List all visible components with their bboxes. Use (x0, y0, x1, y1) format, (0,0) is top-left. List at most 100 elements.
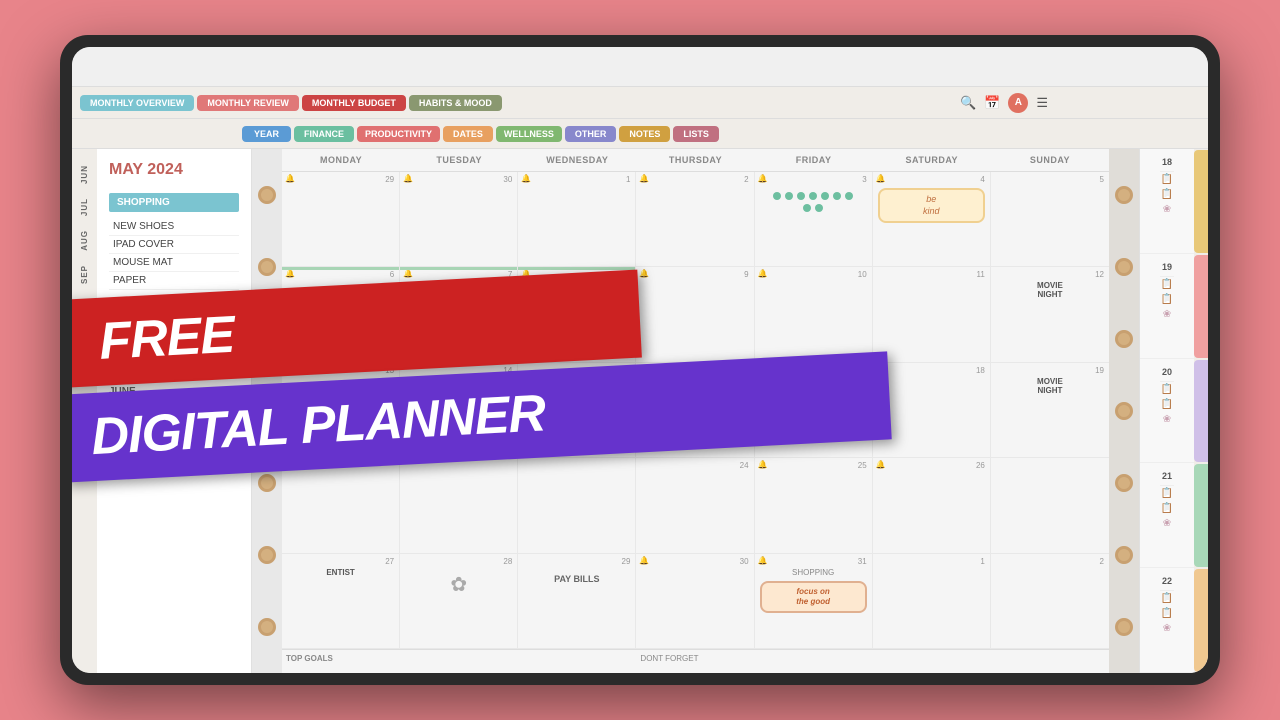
right-cell-21: 21 📋 📋 ❀ (1140, 463, 1194, 568)
cal-cell-10[interactable]: 🔔 10 (755, 267, 873, 361)
tab-monthly-review[interactable]: MONTHLY REVIEW (197, 95, 299, 111)
header-wednesday: WEDNESDAY (518, 149, 636, 171)
cal-cell-2[interactable]: 🔔 2 (636, 172, 754, 266)
cal-cell-2b[interactable]: 2 (991, 554, 1109, 648)
tab-monthly-budget[interactable]: MONTHLY BUDGET (302, 95, 406, 111)
cal-cell-30[interactable]: 🔔 30 (400, 172, 518, 266)
panel-icon-10: 📋 (1159, 486, 1175, 501)
cal-cell-3[interactable]: 🔔 3 (755, 172, 873, 266)
month-tab-sep[interactable]: SEP (77, 259, 92, 290)
bell-icon: 🔔 (639, 556, 649, 565)
ring-r7 (1115, 618, 1133, 636)
cal-cell-20[interactable] (282, 458, 400, 552)
calendar-row-2: 🔔 6 🔔 7 🔔 8 🔔 9 (282, 267, 1109, 362)
june-label: JUNE (109, 386, 239, 397)
sidebar-section-shopping: SHOPPING (109, 193, 239, 212)
focus-sticker: focus onthe good (760, 581, 867, 614)
user-avatar[interactable]: A (1008, 93, 1028, 113)
cal-cell-6[interactable]: 🔔 6 (282, 267, 400, 361)
tab-lists[interactable]: LISTS (673, 126, 719, 142)
right-panel: 18 📋 📋 ❀ 19 📋 📋 ❀ 20 📋 📋 ❀ (1139, 149, 1194, 673)
tab-finance[interactable]: FINANCE (294, 126, 354, 142)
cal-cell-12[interactable]: 12 MOVIENIGHT (991, 267, 1109, 361)
tab-other[interactable]: OTHER (565, 126, 617, 142)
ring-1 (258, 186, 276, 204)
main-content: JUN JUL AUG SEP FEB MAR MAY 2024 SHOPPIN… (72, 149, 1208, 673)
tab-dates[interactable]: DATES (443, 126, 493, 142)
cal-cell-29b[interactable]: 29 PAY BILLS (518, 554, 636, 648)
right-cell-22: 22 📋 📋 ❀ (1140, 568, 1194, 673)
month-title: MAY 2024 (109, 161, 239, 179)
month-tab-aug[interactable]: AUG (77, 224, 92, 257)
cal-cell-8[interactable]: 🔔 8 (518, 267, 636, 361)
cal-cell-14[interactable]: 14 (400, 363, 518, 457)
cal-cell-4[interactable]: 🔔 4 bekind (873, 172, 991, 266)
bell-icon: 🔔 (403, 174, 413, 183)
cal-cell-31[interactable]: 🔔 31 SHOPPING focus onthe good (755, 554, 873, 648)
cal-cell-11[interactable]: 11 (873, 267, 991, 361)
movie-night-2: MOVIENIGHT (996, 377, 1104, 395)
cal-cell-30b[interactable]: 🔔 30 (636, 554, 754, 648)
panel-icon-13: 📋 (1159, 591, 1175, 606)
ipad-frame: MONTHLY OVERVIEW MONTHLY REVIEW MONTHLY … (60, 35, 1220, 685)
bell-icon: 🔔 (521, 174, 531, 183)
cal-cell-28[interactable]: 28 ✿ (400, 554, 518, 648)
panel-icon-11: 📋 (1159, 501, 1175, 516)
cal-cell-26[interactable]: 🔔 26 (873, 458, 991, 552)
tab-habits-mood[interactable]: HABITS & MOOD (409, 95, 502, 111)
bell-icon: 🔔 (758, 460, 768, 469)
tab-notes[interactable]: NOTES (619, 126, 670, 142)
cal-cell-9[interactable]: 🔔 9 (636, 267, 754, 361)
month-tab-jun[interactable]: JUN (77, 159, 92, 190)
cal-cell-27[interactable]: 27 ENTIST (282, 554, 400, 648)
month-tab-jul[interactable]: JUL (77, 192, 92, 222)
cal-cell-26b[interactable] (991, 458, 1109, 552)
month-tab-feb[interactable]: FEB (77, 292, 92, 323)
cal-cell-17[interactable]: 17 (755, 363, 873, 457)
sidebar-item-mousemat: MOUSE MAT (109, 254, 239, 272)
ring-r6 (1115, 546, 1133, 564)
cal-cell-25[interactable]: 🔔 25 (755, 458, 873, 552)
cal-cell-5[interactable]: 5 (991, 172, 1109, 266)
cal-cell-29[interactable]: 🔔 29 (282, 172, 400, 266)
tab-wellness[interactable]: WELLNESS (496, 126, 562, 142)
bell-icon: 🔔 (403, 269, 413, 278)
bell-icon: 🔔 (639, 174, 649, 183)
month-tab-mar[interactable]: MAR (77, 325, 92, 358)
flower-sketch: ✿ (405, 572, 512, 597)
cal-cell-22[interactable] (518, 458, 636, 552)
search-icon[interactable]: 🔍 (960, 95, 976, 111)
panel-icon-12: ❀ (1161, 516, 1173, 531)
binder-rings-left (252, 149, 282, 673)
bell-icon: 🔔 (758, 269, 768, 278)
sticker-tab-4 (1194, 464, 1208, 567)
bell-icon: 🔔 (876, 460, 886, 469)
tab-year[interactable]: YEAR (242, 126, 291, 142)
cal-cell-15[interactable] (518, 363, 636, 457)
ring-3 (258, 330, 276, 348)
tab-productivity[interactable]: PRODUCTIVITY (357, 126, 440, 142)
sticker-tab-1 (1194, 150, 1208, 253)
cal-cell-1[interactable]: 🔔 1 (518, 172, 636, 266)
cal-cell-19[interactable]: 19 MOVIENIGHT (991, 363, 1109, 457)
cal-cell-16[interactable] (636, 363, 754, 457)
cal-cell-21[interactable] (400, 458, 518, 552)
calendar-icon[interactable]: 📅 (984, 95, 1000, 111)
movie-night-1: MOVIENIGHT (996, 281, 1104, 299)
menu-icon[interactable]: ☰ (1036, 95, 1048, 111)
cal-cell-18[interactable]: 18 (873, 363, 991, 457)
tab-monthly-overview[interactable]: MONTHLY OVERVIEW (80, 95, 194, 111)
bell-icon: 🔔 (521, 269, 531, 278)
cal-cell-1b[interactable]: 1 (873, 554, 991, 648)
cal-cell-13[interactable]: 13 (282, 363, 400, 457)
panel-icon-3: ❀ (1161, 202, 1173, 217)
panel-icon-5: 📋 (1159, 292, 1175, 307)
cal-cell-24[interactable]: 24 (636, 458, 754, 552)
be-kind-sticker: bekind (878, 188, 985, 223)
ring-r1 (1115, 186, 1133, 204)
panel-icon-4: 📋 (1159, 277, 1175, 292)
panel-icon-7: 📋 (1159, 382, 1175, 397)
header-saturday: SATURDAY (873, 149, 991, 171)
cal-cell-7[interactable]: 🔔 7 (400, 267, 518, 361)
panel-icon-15: ❀ (1161, 621, 1173, 636)
